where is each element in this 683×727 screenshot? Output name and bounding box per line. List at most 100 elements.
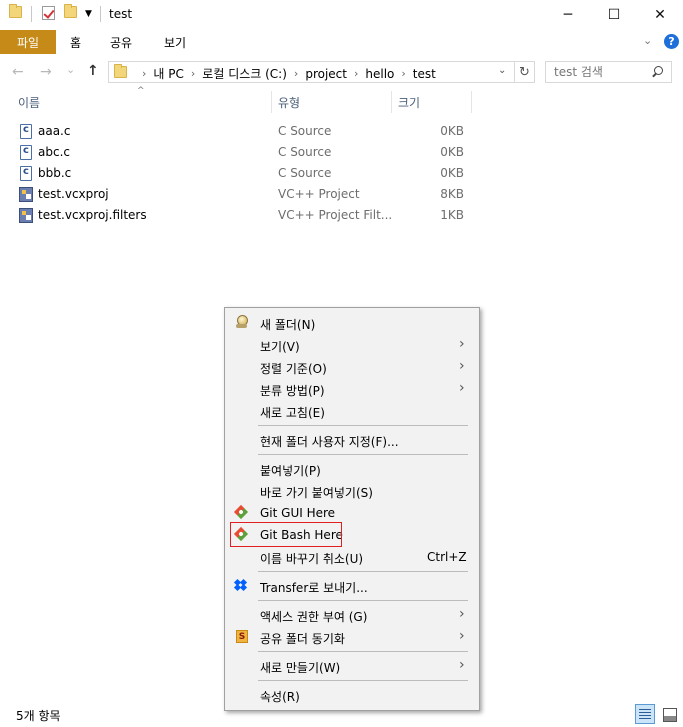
- menu-item-label: 현재 폴더 사용자 지정(F)...: [260, 435, 399, 449]
- menu-item-label: 붙여넣기(P): [260, 464, 321, 478]
- breadcrumb: › 내 PC › 로컬 디스크 (C:) › project › hello ›…: [135, 65, 436, 82]
- tab-view[interactable]: 보기: [164, 30, 186, 54]
- column-header-name[interactable]: 이름: [18, 91, 40, 113]
- customize-toolbar-chevron-icon[interactable]: ▼: [85, 9, 92, 19]
- large-icons-view-icon[interactable]: [659, 704, 679, 724]
- tab-share[interactable]: 공유: [110, 30, 132, 54]
- file-row[interactable]: test.vcxproj VC++ Project 8KB: [18, 184, 488, 205]
- file-row[interactable]: bbb.c C Source 0KB: [18, 163, 488, 184]
- menu-item-label: Git GUI Here: [260, 506, 336, 520]
- submenu-arrow-icon: ›: [459, 606, 465, 622]
- menu-item-sync-shared-folder[interactable]: S 공유 폴더 동기화 ›: [227, 626, 477, 648]
- submenu-arrow-icon: ›: [459, 358, 465, 374]
- file-size: 0KB: [440, 145, 464, 159]
- up-arrow-icon[interactable]: ↑: [87, 63, 99, 79]
- file-row[interactable]: aaa.c C Source 0KB: [18, 121, 488, 142]
- breadcrumb-separator[interactable]: ›: [354, 67, 358, 80]
- breadcrumb-separator[interactable]: ›: [294, 67, 298, 80]
- menu-item-paste[interactable]: 붙여넣기(P): [227, 458, 477, 480]
- ribbon-expand-chevron-icon[interactable]: ⌄: [643, 34, 652, 47]
- menu-separator: [258, 600, 468, 601]
- tab-file[interactable]: 파일: [0, 30, 56, 54]
- search-icon[interactable]: [652, 66, 663, 77]
- menu-item-label: 액세스 권한 부여 (G): [260, 610, 368, 624]
- ribbon-tabs: 파일 홈 공유 보기 ⌄ ?: [0, 30, 683, 54]
- refresh-button[interactable]: ↻: [515, 61, 535, 83]
- breadcrumb-hello[interactable]: hello: [365, 67, 394, 81]
- sync-folder-icon: S: [236, 630, 248, 643]
- breadcrumb-separator[interactable]: ›: [191, 67, 195, 80]
- new-folder-quick-icon[interactable]: [64, 4, 77, 18]
- breadcrumb-separator[interactable]: ›: [401, 67, 405, 80]
- menu-item-new[interactable]: 새로 만들기(W) ›: [227, 655, 477, 677]
- menu-item-sort-by[interactable]: 정렬 기준(O) ›: [227, 356, 477, 378]
- recent-locations-chevron-icon[interactable]: ⌄: [66, 63, 75, 76]
- close-button[interactable]: ✕: [637, 0, 683, 30]
- item-count-status: 5개 항목: [16, 709, 61, 723]
- search-box[interactable]: [545, 61, 672, 83]
- file-size: 0KB: [440, 166, 464, 180]
- sort-ascending-indicator-icon: ^: [137, 86, 145, 96]
- menu-item-label: 속성(R): [260, 690, 300, 704]
- column-header-type[interactable]: 유형: [278, 91, 300, 113]
- new-folder-icon: [236, 315, 248, 329]
- column-divider[interactable]: [471, 91, 472, 113]
- menu-item-label: 새 폴더(N): [260, 318, 316, 332]
- file-type: VC++ Project: [278, 187, 360, 201]
- menu-item-label: 새로 고침(E): [260, 406, 325, 420]
- address-folder-icon: [114, 64, 127, 78]
- help-icon[interactable]: ?: [664, 34, 679, 49]
- file-name: test.vcxproj: [38, 187, 109, 201]
- git-bash-highlight-box: [230, 522, 342, 547]
- file-name: aaa.c: [38, 124, 71, 138]
- column-header-size[interactable]: 크기: [398, 91, 420, 113]
- menu-separator: [258, 651, 468, 652]
- column-divider[interactable]: [391, 91, 392, 113]
- menu-item-properties[interactable]: 속성(R): [227, 684, 477, 706]
- properties-check-icon[interactable]: [42, 6, 55, 20]
- folder-icon: [9, 4, 22, 18]
- menu-separator: [258, 454, 468, 455]
- file-type: C Source: [278, 145, 332, 159]
- menu-item-transfer[interactable]: Transfer로 보내기...: [227, 575, 477, 597]
- menu-item-label: 이름 바꾸기 취소(U): [260, 552, 364, 566]
- minimize-button[interactable]: ─: [545, 0, 591, 30]
- maximize-button[interactable]: ☐: [591, 0, 637, 30]
- menu-item-view[interactable]: 보기(V) ›: [227, 334, 477, 356]
- c-source-file-icon: [20, 145, 32, 160]
- tab-home[interactable]: 홈: [70, 30, 81, 54]
- quick-access-divider: [31, 6, 32, 22]
- breadcrumb-this-pc[interactable]: 내 PC: [153, 65, 183, 82]
- vc-project-file-icon: [19, 187, 33, 202]
- menu-item-new-folder[interactable]: 새 폴더(N): [227, 312, 477, 334]
- menu-item-paste-shortcut[interactable]: 바로 가기 붙여넣기(S): [227, 480, 477, 502]
- menu-item-group-by[interactable]: 분류 방법(P) ›: [227, 378, 477, 400]
- menu-item-label: 정렬 기준(O): [260, 362, 327, 376]
- menu-item-refresh[interactable]: 새로 고침(E): [227, 400, 477, 422]
- breadcrumb-test[interactable]: test: [413, 67, 436, 81]
- search-input[interactable]: [546, 62, 646, 82]
- git-icon: [233, 504, 249, 520]
- menu-item-give-access[interactable]: 액세스 권한 부여 (G) ›: [227, 604, 477, 626]
- context-menu: 새 폴더(N) 보기(V) › 정렬 기준(O) › 분류 방법(P) › 새로…: [224, 307, 480, 711]
- file-row[interactable]: abc.c C Source 0KB: [18, 142, 488, 163]
- submenu-arrow-icon: ›: [459, 380, 465, 396]
- menu-item-customize-folder[interactable]: 현재 폴더 사용자 지정(F)...: [227, 429, 477, 451]
- breadcrumb-project[interactable]: project: [305, 67, 347, 81]
- column-divider[interactable]: [271, 91, 272, 113]
- menu-item-label: 보기(V): [260, 340, 300, 354]
- menu-item-git-gui-here[interactable]: Git GUI Here: [227, 502, 477, 524]
- address-bar[interactable]: › 내 PC › 로컬 디스크 (C:) › project › hello ›…: [108, 61, 515, 83]
- file-row[interactable]: test.vcxproj.filters VC++ Project Filt..…: [18, 205, 488, 226]
- forward-arrow-icon[interactable]: →: [40, 64, 52, 80]
- file-name: test.vcxproj.filters: [38, 208, 147, 222]
- file-name: abc.c: [38, 145, 70, 159]
- breadcrumb-separator[interactable]: ›: [142, 67, 146, 80]
- details-view-icon[interactable]: [635, 704, 655, 724]
- back-arrow-icon[interactable]: ←: [12, 64, 24, 80]
- menu-separator: [258, 425, 468, 426]
- menu-item-undo-rename[interactable]: 이름 바꾸기 취소(U) Ctrl+Z: [227, 546, 477, 568]
- breadcrumb-local-disk[interactable]: 로컬 디스크 (C:): [202, 65, 287, 82]
- address-dropdown-chevron-icon[interactable]: ⌄: [498, 65, 506, 76]
- menu-item-label: Transfer로 보내기...: [260, 581, 368, 595]
